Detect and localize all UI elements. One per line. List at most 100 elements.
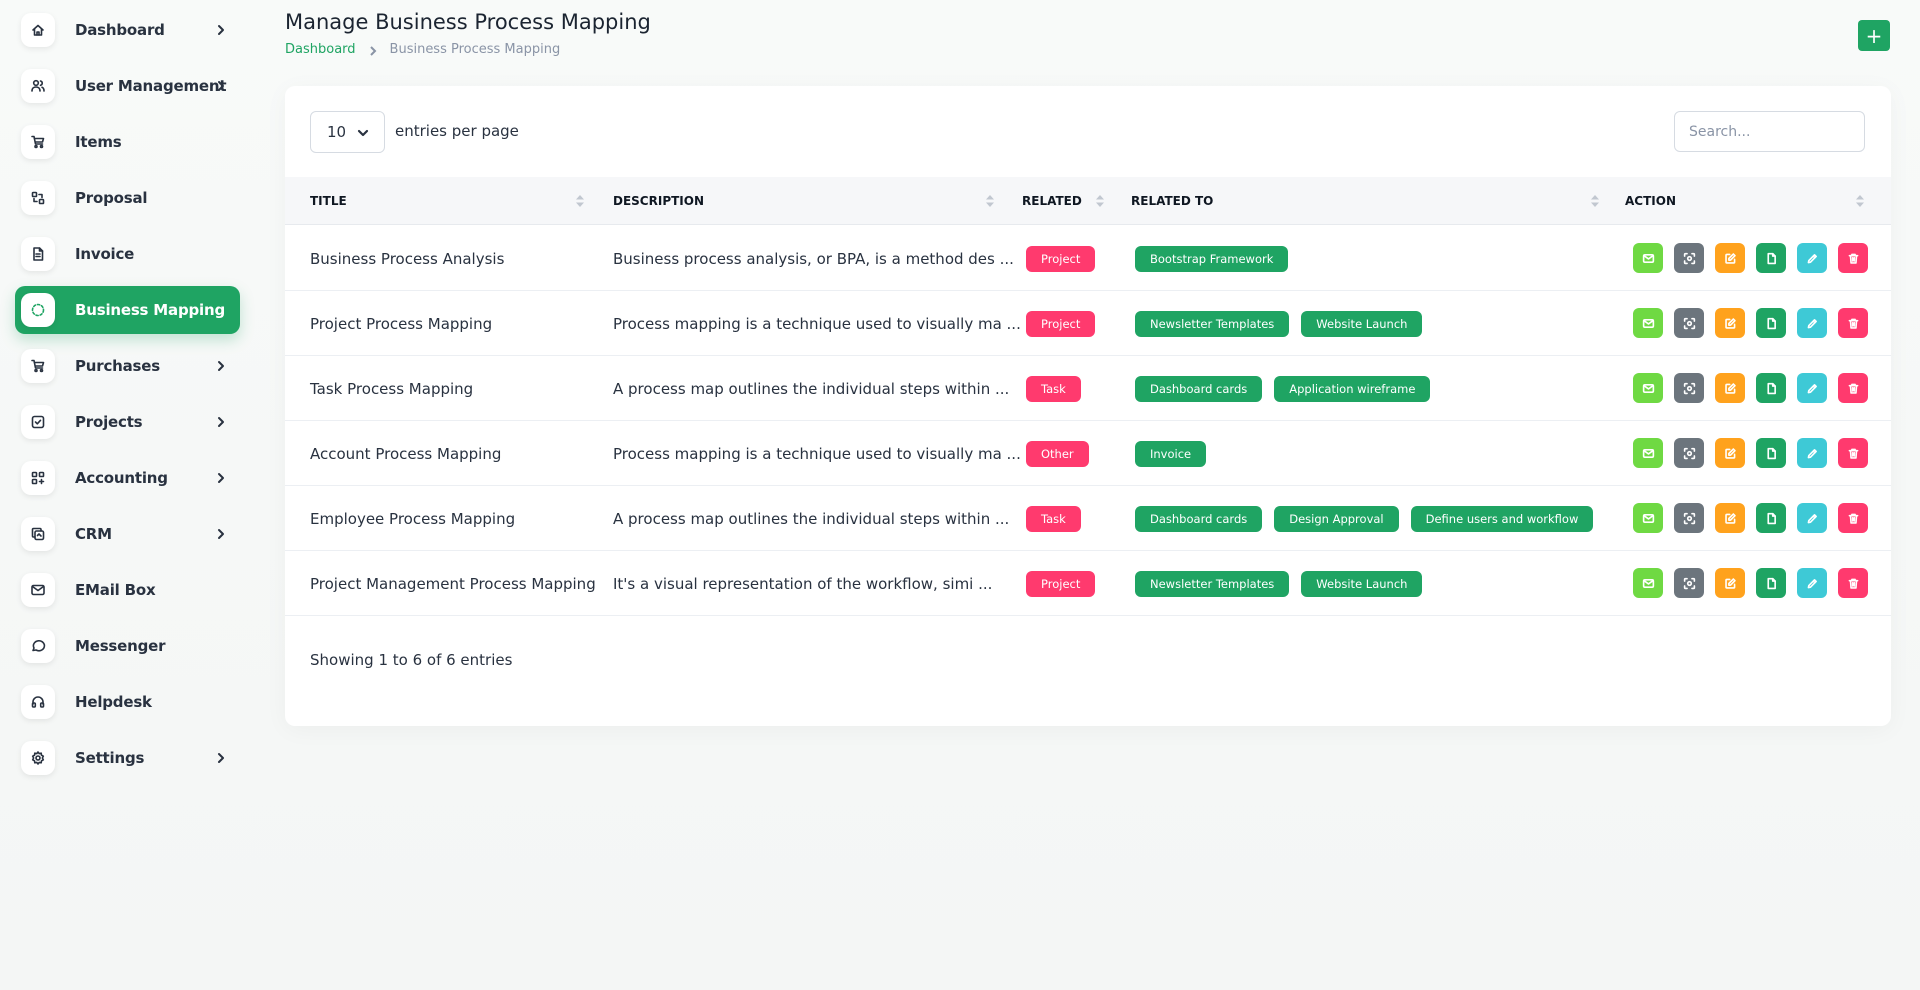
delete-button[interactable] [1838,503,1868,533]
rename-button[interactable] [1797,308,1827,338]
send-mail-button[interactable] [1633,243,1663,273]
sidebar-item-messenger[interactable]: Messenger [15,622,240,670]
edit-button[interactable] [1715,243,1745,273]
sidebar-item-helpdesk[interactable]: Helpdesk [15,678,240,726]
delete-button[interactable] [1838,438,1868,468]
column-header-related-to[interactable]: RELATED TO [1131,177,1213,225]
send-mail-button[interactable] [1633,438,1663,468]
view-button[interactable] [1674,568,1704,598]
related-badge: Task [1026,375,1081,402]
trash-icon [1847,512,1860,525]
row-actions [1633,438,1879,468]
sort-icon[interactable] [1590,194,1600,208]
delete-button[interactable] [1838,373,1868,403]
column-header-related[interactable]: RELATED [1022,177,1082,225]
sort-icon[interactable] [1095,194,1105,208]
send-mail-button[interactable] [1633,568,1663,598]
rename-button[interactable] [1797,373,1827,403]
rename-button[interactable] [1797,503,1827,533]
row-description: A process map outlines the individual st… [613,379,1010,398]
sort-icon[interactable] [985,194,995,208]
sort-icon[interactable] [1855,194,1865,208]
sidebar-item-label: Projects [75,413,143,431]
view-button[interactable] [1674,243,1704,273]
sidebar-item-purchases[interactable]: Purchases [15,342,240,390]
sidebar-item-label: Helpdesk [75,693,152,711]
file-icon [1765,447,1778,460]
view-button[interactable] [1674,373,1704,403]
related-badge: Project [1026,245,1096,272]
edit-button[interactable] [1715,438,1745,468]
send-mail-button[interactable] [1633,503,1663,533]
sidebar-item-projects[interactable]: Projects [15,398,240,446]
sidebar-item-proposal[interactable]: Proposal [15,174,240,222]
row-title: Task Process Mapping [310,379,474,398]
send-mail-button[interactable] [1633,308,1663,338]
sidebar-item-accounting[interactable]: Accounting [15,454,240,502]
sidebar-item-settings[interactable]: Settings [15,734,240,782]
row-description: It's a visual representation of the work… [613,574,993,593]
view-button[interactable] [1674,438,1704,468]
sidebar-item-items[interactable]: Items [15,118,240,166]
send-mail-button[interactable] [1633,373,1663,403]
circle-dashed-icon [21,293,55,327]
column-header-action[interactable]: ACTION [1625,177,1676,225]
edit-button[interactable] [1715,373,1745,403]
view-button[interactable] [1674,503,1704,533]
table-row: Account Process Mapping Process mapping i… [285,421,1891,486]
document-button[interactable] [1756,243,1786,273]
sidebar-item-crm[interactable]: CRM [15,510,240,558]
rename-button[interactable] [1797,243,1827,273]
delete-button[interactable] [1838,243,1868,273]
sidebar-item-dashboard[interactable]: Dashboard [15,6,240,54]
home-icon [21,13,55,47]
edit-button[interactable] [1715,503,1745,533]
row-description: A process map outlines the individual st… [613,509,1010,528]
column-header-title[interactable]: TITLE [310,177,347,225]
add-button[interactable]: + [1858,20,1890,51]
edit-button[interactable] [1715,308,1745,338]
rename-button[interactable] [1797,568,1827,598]
file-icon [1765,382,1778,395]
edit-icon [1724,252,1737,265]
related-badge: Project [1026,310,1096,337]
related-to-badge: Define users and workflow [1410,505,1594,532]
document-button[interactable] [1756,568,1786,598]
sidebar-item-user-management[interactable]: User Management [15,62,240,110]
chevron-right-icon [214,527,228,541]
scan-icon [1683,382,1696,395]
sidebar-item-email-box[interactable]: EMail Box [15,566,240,614]
row-description: Process mapping is a technique used to v… [613,444,1021,463]
file-icon [1765,577,1778,590]
edit-icon [1724,317,1737,330]
sidebar-item-label: Purchases [75,357,160,375]
row-actions [1633,243,1879,273]
edit-button[interactable] [1715,568,1745,598]
entries-per-page-select[interactable]: 10 [310,111,385,153]
pencil-icon [1806,447,1819,460]
delete-button[interactable] [1838,568,1868,598]
delete-button[interactable] [1838,308,1868,338]
row-description: Process mapping is a technique used to v… [613,314,1021,333]
view-button[interactable] [1674,308,1704,338]
edit-icon [1724,382,1737,395]
document-button[interactable] [1756,308,1786,338]
chevron-right-icon [368,45,378,56]
document-button[interactable] [1756,373,1786,403]
rename-button[interactable] [1797,438,1827,468]
document-button[interactable] [1756,503,1786,533]
document-button[interactable] [1756,438,1786,468]
pencil-icon [1806,577,1819,590]
sidebar-item-business-mapping[interactable]: Business Mapping [15,286,240,334]
pencil-icon [1806,317,1819,330]
mail-icon [1642,447,1655,460]
related-badge: Project [1026,570,1096,597]
table-row: Business Process Analysis Business proces… [285,226,1891,291]
sort-icon[interactable] [575,194,585,208]
search-input[interactable] [1674,111,1865,152]
row-title: Employee Process Mapping [310,509,516,528]
sidebar-item-invoice[interactable]: Invoice [15,230,240,278]
mail-icon [1642,252,1655,265]
breadcrumb-dashboard-link[interactable]: Dashboard [285,42,356,57]
column-header-description[interactable]: DESCRIPTION [613,177,704,225]
